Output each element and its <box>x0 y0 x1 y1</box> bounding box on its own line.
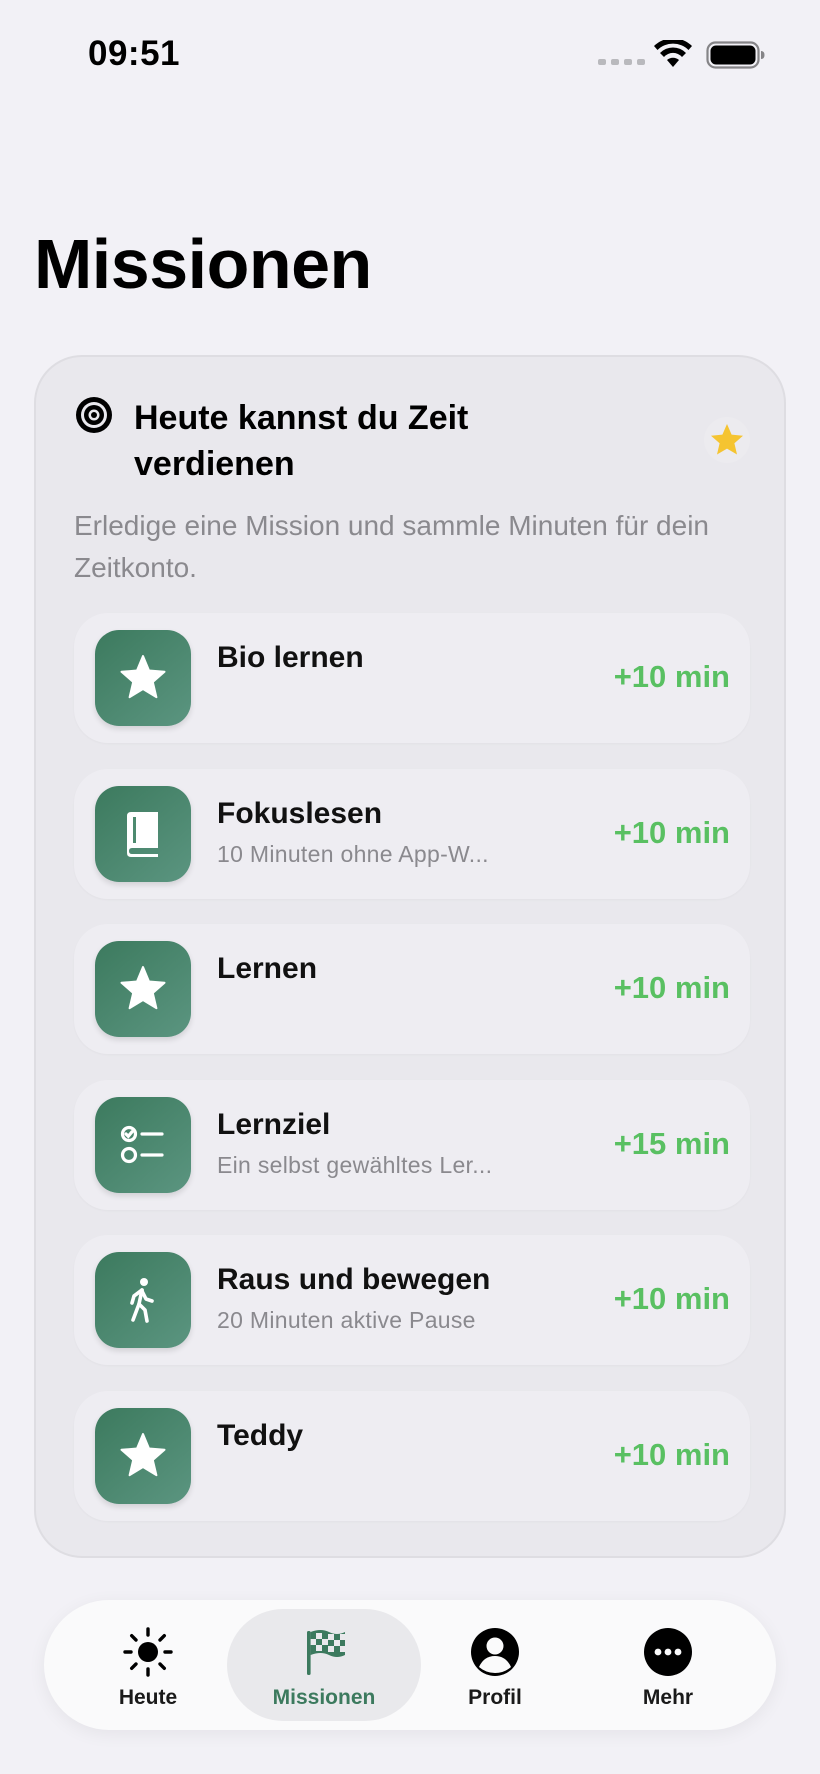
tab-mehr[interactable]: Mehr <box>580 1609 756 1721</box>
cellular-signal-icon <box>598 59 645 65</box>
checkered-flag-icon <box>307 1630 345 1675</box>
mission-reward: +10 min <box>613 659 730 694</box>
star-icon <box>704 417 750 463</box>
tab-label: Mehr <box>642 1686 694 1709</box>
mission-reward: +10 min <box>613 1281 730 1316</box>
mission-description: 10 Minuten ohne App-W... <box>217 840 489 867</box>
mission-name: Bio lernen <box>217 641 364 674</box>
card-subtitle: Erledige eine Mission und sammle Minuten… <box>74 510 709 583</box>
mission-item-bio-lernen[interactable]: Bio lernen +10 min <box>74 613 750 743</box>
mission-reward: +10 min <box>613 814 730 850</box>
tab-label: Missionen <box>272 1686 376 1709</box>
mission-list: Bio lernen +10 min Fokuslesen 10 Minuten… <box>74 613 750 1546</box>
tab-missionen[interactable]: Missionen <box>227 1609 421 1721</box>
tab-heute[interactable]: Heute <box>60 1609 236 1721</box>
sun-icon <box>123 1627 173 1677</box>
mission-name: Lernen <box>217 952 318 985</box>
mission-item-lernen[interactable]: Lernen +10 min <box>74 924 750 1054</box>
mission-item-lernziel[interactable]: Lernziel Ein selbst gewähltes Ler... +15… <box>74 1079 750 1210</box>
ellipsis-icon <box>644 1628 692 1676</box>
checklist-icon <box>95 1096 191 1193</box>
mission-reward: +15 min <box>613 1125 730 1161</box>
mission-item-teddy[interactable]: Teddy +10 min <box>74 1390 750 1521</box>
page-title: Missionen <box>34 225 372 303</box>
mission-reward: +10 min <box>613 1436 730 1472</box>
status-time: 09:51 <box>88 34 181 73</box>
mission-name: Raus und bewegen <box>217 1263 491 1296</box>
mission-item-fokuslesen[interactable]: Fokuslesen 10 Minuten ohne App-W... +10 … <box>74 768 750 899</box>
mission-description: 20 Minuten aktive Pause <box>217 1307 476 1333</box>
star-icon <box>95 941 191 1037</box>
mission-name: Fokuslesen <box>217 796 383 830</box>
tab-label: Heute <box>118 1686 178 1709</box>
star-icon <box>95 630 191 726</box>
wifi-icon <box>654 40 692 67</box>
mission-name: Lernziel <box>217 1107 331 1141</box>
target-icon <box>76 397 112 433</box>
tab-label: Profil <box>468 1686 522 1709</box>
mission-description: Ein selbst gewähltes Ler... <box>217 1151 493 1178</box>
mission-item-raus-und-bewegen[interactable]: Raus und bewegen 20 Minuten aktive Pause… <box>74 1235 750 1365</box>
tab-profil[interactable]: Profil <box>407 1609 583 1721</box>
book-icon <box>95 785 191 882</box>
card-title: Heute kannst du Zeit verdienen <box>134 399 469 483</box>
star-icon <box>95 1407 191 1504</box>
walking-icon <box>95 1252 191 1348</box>
status-bar: 09:51 <box>0 0 820 110</box>
mission-name: Teddy <box>217 1418 304 1452</box>
person-icon <box>471 1628 519 1676</box>
missions-card: Heute kannst du Zeit verdienen Erledige … <box>34 355 786 1558</box>
tab-bar: Heute Missionen Profil Mehr <box>44 1600 776 1730</box>
mission-reward: +10 min <box>613 970 730 1005</box>
battery-icon <box>706 41 765 69</box>
